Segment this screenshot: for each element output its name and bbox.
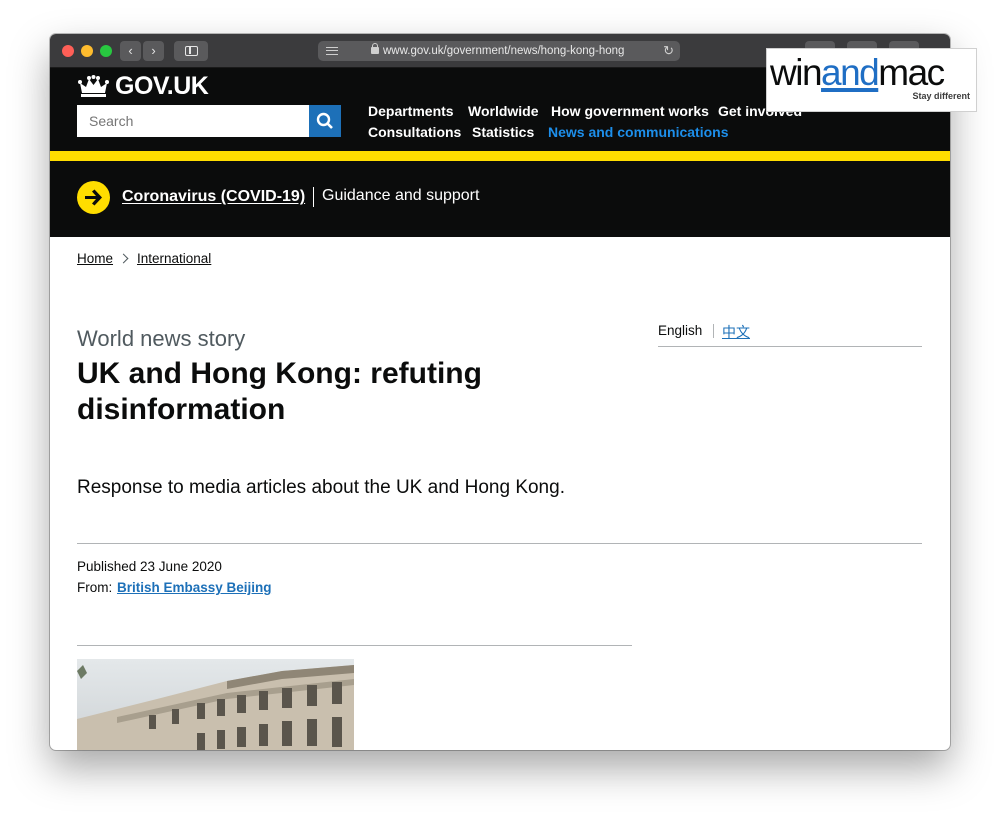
watermark-brand-mac: mac — [878, 52, 945, 93]
language-divider — [658, 346, 922, 347]
nav-statistics[interactable]: Statistics — [472, 124, 534, 140]
zoom-window-button[interactable] — [100, 45, 112, 57]
watermark-tagline: Stay different — [912, 91, 970, 101]
language-link-chinese[interactable]: 中文 — [722, 322, 750, 342]
govuk-logo[interactable]: GOV.UK — [115, 72, 209, 101]
page-title: UK and Hong Kong: refuting disinformatio… — [77, 357, 482, 426]
published-date: Published 23 June 2020 — [77, 559, 222, 574]
header-yellow-bar — [50, 151, 950, 161]
nav-worldwide[interactable]: Worldwide — [468, 103, 539, 119]
covid-guidance-text: Guidance and support — [322, 187, 480, 204]
nav-news-and-communications[interactable]: News and communications — [548, 124, 728, 140]
sidebar-toggle-button[interactable] — [174, 41, 208, 61]
reload-icon[interactable]: ↻ — [663, 41, 674, 61]
search-button[interactable] — [309, 105, 341, 137]
language-current: English — [658, 323, 703, 338]
watermark-logo: winandmac Stay different — [767, 49, 976, 111]
lock-icon — [371, 43, 379, 54]
crown-icon — [78, 75, 109, 97]
chevron-right-icon: › — [151, 43, 156, 58]
search-input[interactable] — [77, 105, 309, 137]
stage: ‹ › www.gov.uk/government/news/hong-kong… — [0, 0, 1000, 817]
browser-window: ‹ › www.gov.uk/government/news/hong-kong… — [50, 34, 950, 750]
covid-link[interactable]: Coronavirus (COVID-19) — [122, 188, 305, 206]
watermark-brand-and: and — [821, 52, 880, 93]
nav-consultations[interactable]: Consultations — [368, 124, 461, 140]
section-divider — [77, 543, 922, 544]
close-window-button[interactable] — [62, 45, 74, 57]
address-bar[interactable]: www.gov.uk/government/news/hong-kong-hon… — [318, 41, 680, 61]
covid-separator — [313, 187, 314, 207]
watermark-brand: winandmac — [770, 52, 945, 94]
watermark-brand-win: win — [770, 52, 823, 93]
forward-button[interactable]: › — [143, 41, 164, 61]
from-organisation-link[interactable]: British Embassy Beijing — [117, 580, 272, 595]
reader-view-icon[interactable] — [326, 47, 338, 55]
from-label: From: — [77, 580, 113, 595]
nav-how-government-works[interactable]: How government works — [551, 103, 709, 119]
article-image — [77, 659, 354, 750]
chevron-right-icon — [118, 253, 129, 264]
url-text: www.gov.uk/government/news/hong-kong-hon… — [383, 45, 625, 57]
nav-departments[interactable]: Departments — [368, 103, 454, 119]
minimize-window-button[interactable] — [81, 45, 93, 57]
article-lead: Response to media articles about the UK … — [77, 477, 565, 498]
breadcrumb-home[interactable]: Home — [77, 251, 113, 266]
metadata-divider — [77, 645, 632, 646]
chevron-left-icon: ‹ — [128, 43, 133, 58]
search-icon — [316, 112, 333, 129]
sidebar-icon — [185, 46, 198, 56]
arrow-right-icon — [77, 181, 110, 214]
language-separator — [713, 324, 714, 338]
back-button[interactable]: ‹ — [120, 41, 141, 61]
breadcrumb-international[interactable]: International — [137, 251, 211, 266]
article-caption: World news story — [77, 326, 246, 351]
covid-banner: Coronavirus (COVID-19) Guidance and supp… — [50, 161, 950, 237]
